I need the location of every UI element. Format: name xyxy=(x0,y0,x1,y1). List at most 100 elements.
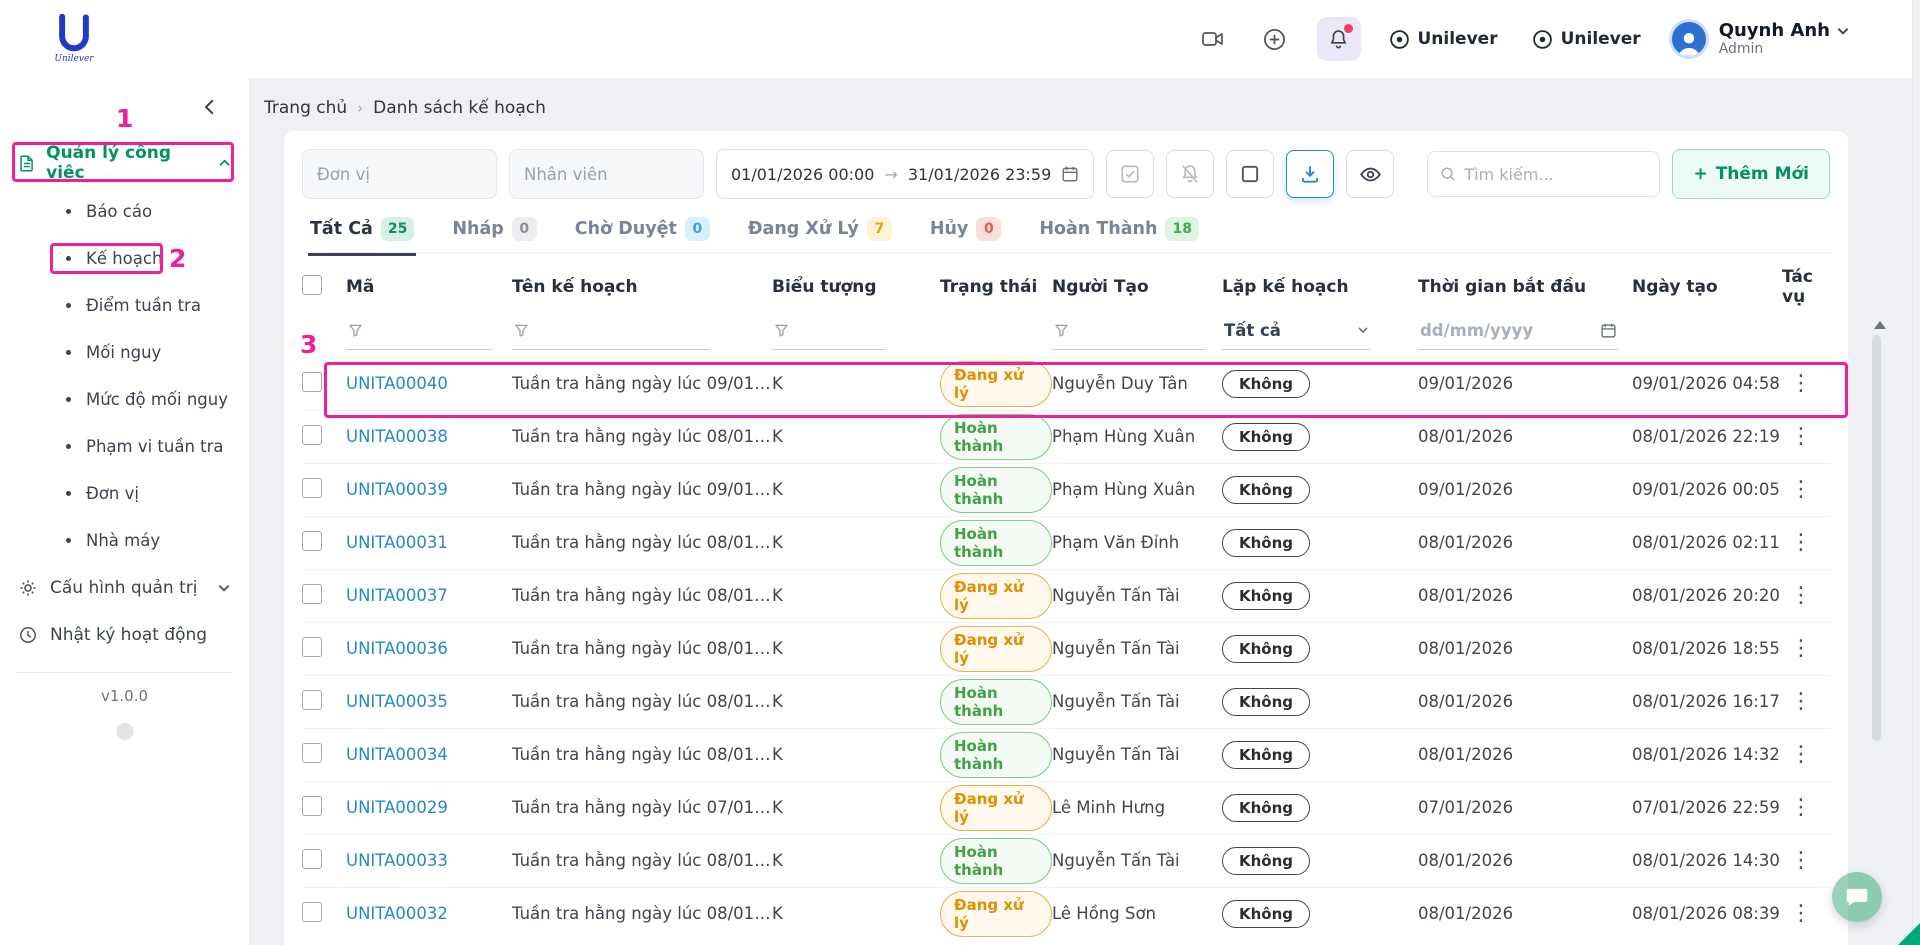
filter-code[interactable] xyxy=(346,318,492,350)
sidebar-item[interactable]: Điểm tuần tra xyxy=(0,282,249,329)
plan-code-link[interactable]: UNITA00040 xyxy=(346,374,448,393)
table-row[interactable]: UNITA00039 Tuần tra hằng ngày lúc 09/01/… xyxy=(302,463,1830,516)
row-checkbox[interactable] xyxy=(302,372,322,392)
row-actions-menu[interactable]: ⋮ xyxy=(1782,795,1820,820)
select-mode-button[interactable] xyxy=(1226,150,1274,198)
add-circle-button[interactable] xyxy=(1255,19,1295,59)
sidebar-item[interactable]: Đơn vị xyxy=(0,470,249,517)
row-actions-menu[interactable]: ⋮ xyxy=(1782,424,1820,449)
table-row[interactable]: UNITA00031 Tuần tra hằng ngày lúc 08/01/… xyxy=(302,516,1830,569)
sidebar-item[interactable]: Kế hoạch xyxy=(0,235,249,282)
table-row[interactable]: UNITA00038 Tuần tra hằng ngày lúc 08/01/… xyxy=(302,410,1830,463)
select-all-checkbox[interactable] xyxy=(302,275,322,295)
plan-code-link[interactable]: UNITA00031 xyxy=(346,533,448,552)
table-row[interactable]: UNITA00029 Tuần tra hằng ngày lúc 07/01/… xyxy=(302,781,1830,834)
row-checkbox[interactable] xyxy=(302,637,322,657)
status-tab[interactable]: Hủy 0 xyxy=(928,211,1004,256)
sidebar-item[interactable]: Mức độ mối nguy xyxy=(0,376,249,423)
table-row[interactable]: UNITA00036 Tuần tra hằng ngày lúc 08/01/… xyxy=(302,622,1830,675)
org-switcher-2[interactable]: Unilever xyxy=(1526,21,1647,58)
filter-creator[interactable] xyxy=(1052,318,1205,350)
row-checkbox[interactable] xyxy=(302,796,322,816)
plan-code-link[interactable]: UNITA00033 xyxy=(346,851,448,870)
status-tab[interactable]: Chờ Duyệt 0 xyxy=(573,211,712,256)
plan-code-link[interactable]: UNITA00032 xyxy=(346,904,448,923)
sidebar-item-activity-log[interactable]: Nhật ký hoạt động xyxy=(0,611,249,658)
filter-plan-name[interactable] xyxy=(512,318,710,350)
chat-icon xyxy=(1844,884,1870,910)
status-tab[interactable]: Tất Cả 25 xyxy=(308,211,416,256)
employee-select[interactable]: Nhân viên xyxy=(509,149,704,199)
table-row[interactable]: UNITA00033 Tuần tra hằng ngày lúc 08/01/… xyxy=(302,834,1830,887)
user-menu[interactable]: Quynh Anh Admin xyxy=(1669,19,1850,59)
sidebar-item[interactable]: Mối nguy xyxy=(0,329,249,376)
row-actions-menu[interactable]: ⋮ xyxy=(1782,583,1820,608)
sidebar-item[interactable]: Báo cáo xyxy=(0,188,249,235)
row-actions-menu[interactable]: ⋮ xyxy=(1782,530,1820,555)
plan-code-link[interactable]: UNITA00035 xyxy=(346,692,448,711)
plan-code-link[interactable]: UNITA00029 xyxy=(346,798,448,817)
sidebar-group-admin-config[interactable]: Cấu hình quản trị xyxy=(0,564,249,611)
plan-code-link[interactable]: UNITA00036 xyxy=(346,639,448,658)
start-date: 08/01/2026 xyxy=(1418,586,1513,605)
row-actions-menu[interactable]: ⋮ xyxy=(1782,742,1820,767)
plan-code-link[interactable]: UNITA00037 xyxy=(346,586,448,605)
unit-select[interactable]: Đơn vị xyxy=(302,149,497,199)
start-date: 08/01/2026 xyxy=(1418,745,1513,764)
row-checkbox[interactable] xyxy=(302,902,322,922)
column-header-created-date: Ngày tạo xyxy=(1632,263,1782,311)
row-actions-menu[interactable]: ⋮ xyxy=(1782,477,1820,502)
sidebar-item[interactable]: Phạm vi tuần tra xyxy=(0,423,249,470)
notifications-button[interactable] xyxy=(1317,17,1361,61)
row-checkbox[interactable] xyxy=(302,743,322,763)
table-row[interactable]: UNITA00034 Tuần tra hằng ngày lúc 08/01/… xyxy=(302,728,1830,781)
repeat-badge: Không xyxy=(1222,423,1310,451)
plan-code-link[interactable]: UNITA00034 xyxy=(346,745,448,764)
breadcrumb-home[interactable]: Trang chủ xyxy=(264,98,347,118)
filter-icon-column[interactable] xyxy=(772,318,885,350)
page-scrollbar[interactable] xyxy=(1912,0,1920,945)
export-download-button[interactable] xyxy=(1286,150,1334,198)
row-actions-menu[interactable]: ⋮ xyxy=(1782,371,1820,396)
bullet-icon xyxy=(66,444,71,449)
table-scroll-up-arrow[interactable] xyxy=(1874,321,1886,329)
plan-code-link[interactable]: UNITA00039 xyxy=(346,480,448,499)
row-actions-menu[interactable]: ⋮ xyxy=(1782,689,1820,714)
row-checkbox[interactable] xyxy=(302,849,322,869)
sidebar-collapse-button[interactable] xyxy=(201,94,227,120)
row-actions-menu[interactable]: ⋮ xyxy=(1782,901,1820,926)
mute-notifications-button[interactable] xyxy=(1166,150,1214,198)
org-switcher-1[interactable]: Unilever xyxy=(1383,21,1504,58)
visibility-button[interactable] xyxy=(1346,150,1394,198)
sidebar-group-work-management[interactable]: Quản lý công việc xyxy=(0,144,249,182)
bullet-icon xyxy=(66,303,71,308)
row-actions-menu[interactable]: ⋮ xyxy=(1782,848,1820,873)
sidebar-item[interactable]: Nhà máy xyxy=(0,517,249,564)
row-actions-menu[interactable]: ⋮ xyxy=(1782,636,1820,661)
chat-widget-button[interactable] xyxy=(1832,872,1882,922)
column-header-status: Trạng thái xyxy=(940,263,1052,311)
table-row[interactable]: UNITA00037 Tuần tra hằng ngày lúc 08/01/… xyxy=(302,569,1830,622)
table-row[interactable]: UNITA00040 Tuần tra hằng ngày lúc 09/01/… xyxy=(302,357,1830,410)
plan-code-link[interactable]: UNITA00038 xyxy=(346,427,448,446)
add-new-button[interactable]: + Thêm Mới xyxy=(1672,149,1830,199)
status-tab[interactable]: Đang Xử Lý 7 xyxy=(746,211,894,256)
row-checkbox[interactable] xyxy=(302,425,322,445)
row-checkbox[interactable] xyxy=(302,531,322,551)
date-to: 31/01/2026 23:59 xyxy=(908,165,1051,184)
date-range-picker[interactable]: 01/01/2026 00:00 → 31/01/2026 23:59 xyxy=(716,149,1094,199)
table-scrollbar-thumb[interactable] xyxy=(1872,335,1881,741)
scroll-corner-handle[interactable] xyxy=(1898,923,1920,945)
row-checkbox[interactable] xyxy=(302,690,322,710)
search-input[interactable] xyxy=(1464,165,1647,184)
table-row[interactable]: UNITA00032 Tuần tra hằng ngày lúc 08/01/… xyxy=(302,887,1830,940)
row-checkbox[interactable] xyxy=(302,584,322,604)
row-checkbox[interactable] xyxy=(302,478,322,498)
approve-button[interactable] xyxy=(1106,150,1154,198)
table-row[interactable]: UNITA00035 Tuần tra hằng ngày lúc 08/01/… xyxy=(302,675,1830,728)
status-tab[interactable]: Nháp 0 xyxy=(450,211,538,256)
video-button[interactable] xyxy=(1193,19,1233,59)
filter-repeat-select[interactable]: Tất cả xyxy=(1222,318,1371,350)
status-tab[interactable]: Hoàn Thành 18 xyxy=(1037,211,1201,256)
filter-start-date-input[interactable]: dd/mm/yyyy xyxy=(1418,318,1619,350)
